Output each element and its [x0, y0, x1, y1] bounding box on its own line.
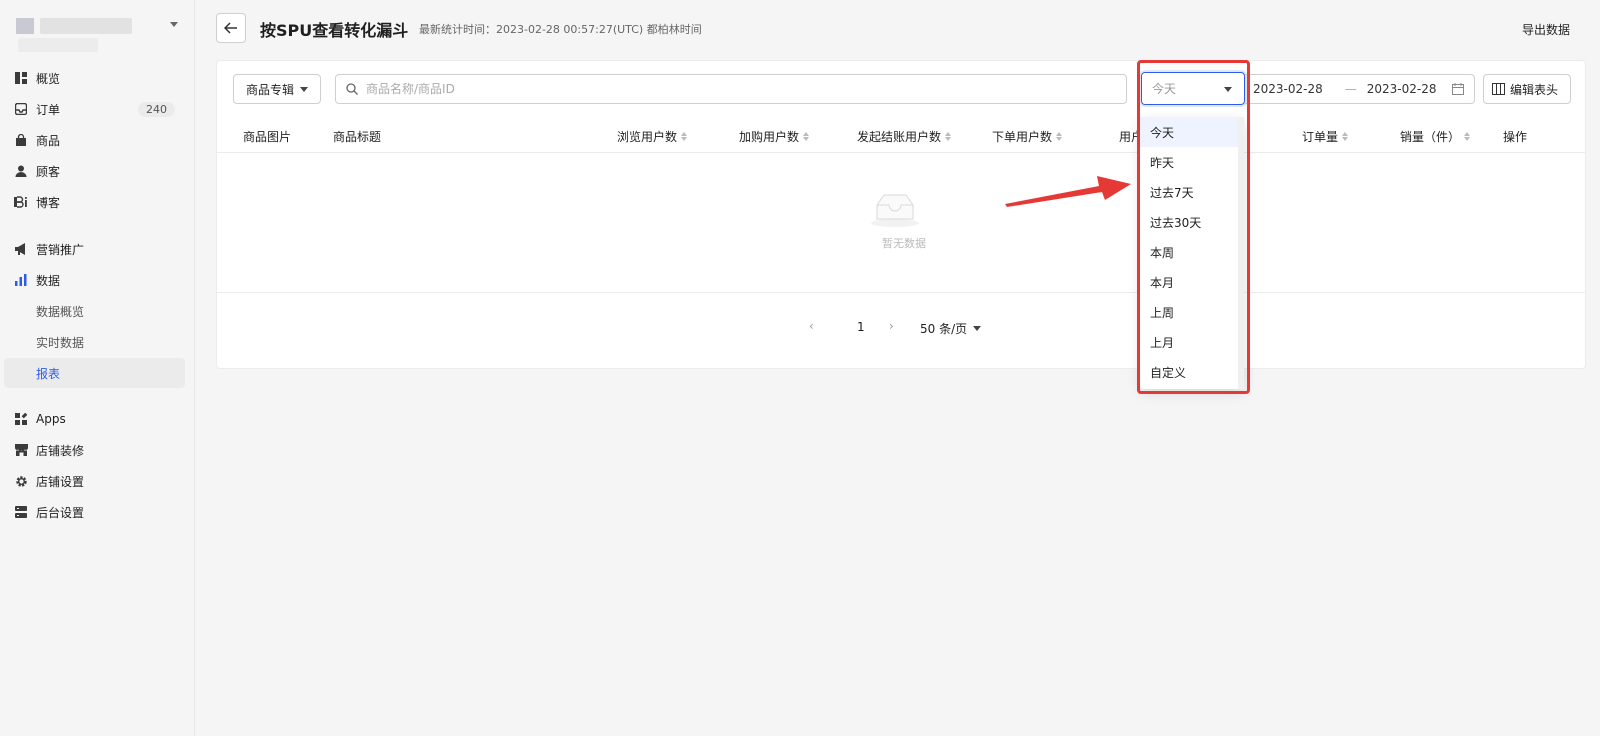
blog-icon	[14, 195, 28, 209]
column-header-order-count[interactable]: 订单量	[1302, 128, 1349, 145]
sort-icon	[803, 132, 810, 141]
column-header-orders-users[interactable]: 下单用户数	[992, 128, 1063, 145]
apps-icon	[14, 412, 28, 426]
column-header-title: 商品标题	[333, 130, 382, 144]
annotation-highlight-box	[1137, 60, 1250, 394]
sidebar-item-label: 概览	[36, 71, 61, 86]
sidebar-item-orders[interactable]: 订单 240	[4, 94, 185, 124]
column-header-checkout[interactable]: 发起结账用户数	[857, 128, 952, 145]
date-end[interactable]: 2023-02-28	[1367, 82, 1437, 96]
page-number[interactable]: 1	[857, 320, 865, 334]
last-updated-text: 最新统计时间：2023-02-28 00:57:27(UTC) 都柏林时间	[419, 23, 702, 36]
sort-icon	[945, 132, 952, 141]
date-start[interactable]: 2023-02-28	[1253, 82, 1323, 96]
empty-box-icon	[871, 194, 919, 227]
column-header-image: 商品图片	[243, 130, 292, 144]
orders-count-badge: 240	[138, 101, 175, 117]
sidebar-item-label: 订单	[36, 102, 61, 117]
chevron-down-icon	[300, 86, 309, 92]
column-header-sales[interactable]: 销量（件）	[1400, 128, 1471, 145]
edit-columns-button[interactable]: 编辑表头	[1483, 74, 1571, 104]
annotation-arrow	[1005, 176, 1131, 207]
store-domain-blurred	[18, 38, 98, 52]
sidebar-item-label: 商品	[36, 133, 61, 148]
store-name-blurred	[40, 18, 132, 34]
edit-columns-label: 编辑表头	[1510, 82, 1559, 97]
sidebar-item-data-overview[interactable]: 数据概览	[4, 296, 185, 326]
arrow-left-icon	[224, 22, 237, 34]
overview-icon	[14, 71, 28, 85]
search-input[interactable]	[366, 82, 1066, 96]
pagination: ‹ 1 › 50 条/页	[217, 318, 1585, 338]
column-header-actions: 操作	[1503, 130, 1528, 144]
back-button[interactable]	[216, 13, 246, 43]
sidebar-item-overview[interactable]: 概览	[4, 63, 185, 93]
sidebar-item-analytics[interactable]: 数据	[4, 265, 185, 295]
report-card: 商品专辑 今天 2023-02-28 — 2023-02-28 编辑表头 商品图…	[216, 60, 1586, 369]
product-search[interactable]	[335, 74, 1127, 104]
search-icon	[346, 83, 358, 95]
collection-filter-button[interactable]: 商品专辑	[233, 74, 322, 104]
sidebar-item-customers[interactable]: 顾客	[4, 156, 185, 186]
chevron-left-icon[interactable]: ‹	[809, 319, 814, 333]
columns-icon	[1492, 83, 1505, 95]
sidebar-item-label: 顾客	[36, 164, 61, 179]
column-header-views[interactable]: 浏览用户数	[617, 128, 688, 145]
sidebar-item-label: 店铺设置	[36, 474, 85, 489]
chevron-right-icon[interactable]: ›	[889, 319, 894, 333]
sidebar-item-reports[interactable]: 报表	[4, 358, 185, 388]
megaphone-icon	[14, 242, 28, 256]
store-icon	[14, 443, 28, 457]
sort-icon	[1056, 132, 1063, 141]
store-switcher[interactable]	[12, 16, 184, 52]
sidebar-item-label: 实时数据	[36, 335, 85, 350]
sort-icon	[1342, 132, 1349, 141]
export-data-link[interactable]: 导出数据	[1522, 21, 1570, 38]
sidebar-item-label: Apps	[36, 412, 66, 426]
inbox-icon	[14, 102, 28, 116]
gear-icon	[14, 474, 28, 488]
sidebar-item-marketing[interactable]: 营销推广	[4, 234, 185, 264]
calendar-icon	[1452, 83, 1464, 95]
collection-filter-label: 商品专辑	[246, 82, 295, 97]
sidebar-item-realtime[interactable]: 实时数据	[4, 327, 185, 357]
table-header: 商品图片 商品标题 浏览用户数 加购用户数 发起结账用户数 下单用户数 用户 订…	[217, 117, 1585, 153]
sidebar: 概览 订单 240 商品 顾客 博客 营销推广 数据 数据概览 实时数据 报表 …	[0, 0, 195, 736]
sidebar-item-apps[interactable]: Apps	[4, 404, 185, 434]
bar-chart-icon	[14, 273, 28, 287]
sidebar-item-store-design[interactable]: 店铺装修	[4, 435, 185, 465]
sidebar-item-label: 后台设置	[36, 505, 85, 520]
column-header-add-to-cart[interactable]: 加购用户数	[739, 128, 810, 145]
sidebar-item-products[interactable]: 商品	[4, 125, 185, 155]
chevron-down-icon	[973, 326, 982, 331]
sidebar-item-store-settings[interactable]: 店铺设置	[4, 466, 185, 496]
empty-text: 暂无数据	[882, 237, 926, 250]
sort-icon	[1464, 132, 1471, 141]
sidebar-item-label: 数据概览	[36, 304, 85, 319]
server-icon	[14, 505, 28, 519]
sidebar-item-label: 店铺装修	[36, 443, 85, 458]
date-separator: —	[1344, 82, 1357, 96]
empty-state: 暂无数据	[217, 153, 1585, 293]
sidebar-item-label: 营销推广	[36, 242, 85, 257]
user-icon	[14, 164, 28, 178]
page-title: 按SPU查看转化漏斗	[260, 21, 409, 40]
sidebar-item-blog[interactable]: 博客	[4, 187, 185, 217]
date-range-picker[interactable]: 2023-02-28 — 2023-02-28	[1245, 74, 1475, 104]
bag-icon	[14, 133, 28, 147]
store-logo	[16, 18, 34, 34]
page-size-select[interactable]: 50 条/页	[920, 320, 982, 337]
sidebar-item-label: 博客	[36, 195, 61, 210]
sort-icon	[681, 132, 688, 141]
chevron-down-icon	[170, 22, 178, 27]
sidebar-item-label: 数据	[36, 273, 61, 288]
sidebar-item-admin-settings[interactable]: 后台设置	[4, 497, 185, 527]
sidebar-item-label: 报表	[36, 366, 61, 381]
